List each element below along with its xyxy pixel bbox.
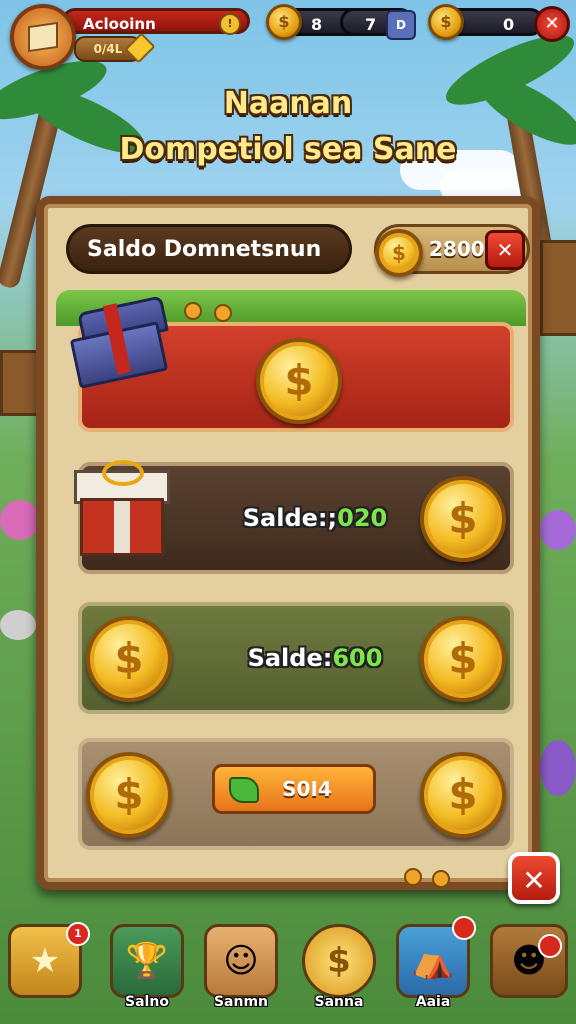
panel-header: Saldo Domnetsnun — [66, 224, 352, 274]
panel-balance: $ 2800 ✕ — [374, 224, 530, 277]
nav-label: Sanna — [314, 994, 364, 1010]
coin-icon: $ — [256, 338, 342, 424]
row-balance-label: Salde:600 — [247, 644, 383, 672]
coin-icon: $ — [327, 941, 351, 981]
info-icon[interactable]: ! — [219, 13, 241, 35]
star-icon: ★ — [29, 941, 61, 981]
row-balance-label: Salde:;020 — [242, 504, 388, 532]
coin-dot — [184, 302, 202, 320]
nav-label: Aaia — [415, 994, 451, 1010]
panel-balance-value: 2800 — [429, 237, 485, 261]
panel-close-button[interactable]: ✕ — [508, 852, 560, 904]
resource-b-button[interactable]: D — [386, 10, 416, 40]
nav-label: Sanmn — [213, 994, 269, 1010]
top-bar: Aclooinn ! 0/4L 8 $ 7 D 0 $ ✕ — [0, 0, 576, 70]
gift-box-icon — [74, 460, 170, 556]
close-icon[interactable]: ✕ — [534, 6, 570, 42]
player-name: Aclooinn — [83, 15, 156, 33]
coin-dot — [214, 304, 232, 322]
coin-icon: $ — [420, 476, 506, 562]
player-name-pill[interactable]: Aclooinn ! — [62, 8, 250, 35]
page-subtitle: Dompetiol sea Sane — [119, 132, 457, 167]
coin-dot — [404, 868, 422, 886]
coin-dot — [432, 870, 450, 888]
crate-icon — [28, 21, 58, 53]
nav-salno[interactable]: 🏆 — [110, 924, 184, 998]
notification-badge: 1 — [66, 922, 90, 946]
nav-sanna[interactable]: $ — [302, 924, 376, 998]
coin-icon: $ — [420, 752, 506, 838]
coins-value: 0 — [503, 15, 515, 34]
coin-icon: $ — [428, 4, 464, 40]
coin-icon: $ — [420, 616, 506, 702]
trophy-icon: 🏆 — [125, 941, 169, 981]
character-icon: ☺ — [223, 941, 259, 981]
leaf-icon — [229, 777, 259, 803]
coin-icon: $ — [375, 229, 423, 277]
shop-icon: ⛺ — [411, 941, 455, 981]
rock — [0, 610, 36, 640]
reward-row-coins[interactable]: $ Salde:600 $ — [78, 602, 514, 714]
claim-button[interactable]: S0I4 — [212, 764, 376, 814]
nav-label: Salno — [125, 994, 169, 1010]
notification-badge — [452, 916, 476, 940]
treasure-chest-icon — [69, 295, 169, 389]
hut — [540, 240, 576, 336]
flower-bush — [0, 500, 40, 540]
notification-badge — [538, 934, 562, 958]
balance-panel: Saldo Domnetsnun $ 2800 ✕ $ Salde:;020 $… — [36, 196, 540, 890]
player-avatar[interactable] — [10, 4, 76, 70]
resource-b-value: 7 — [365, 15, 377, 34]
close-button[interactable]: ✕ — [485, 230, 525, 270]
bronze-coin-icon: $ — [266, 4, 302, 40]
page-title: Naanan — [223, 86, 353, 121]
coin-icon: $ — [86, 752, 172, 838]
coin-icon: $ — [86, 616, 172, 702]
flower-bush — [540, 510, 576, 550]
flower-bush — [540, 740, 576, 796]
resource-a-value: 8 — [311, 15, 323, 34]
nav-sanmn[interactable]: ☺ — [204, 924, 278, 998]
